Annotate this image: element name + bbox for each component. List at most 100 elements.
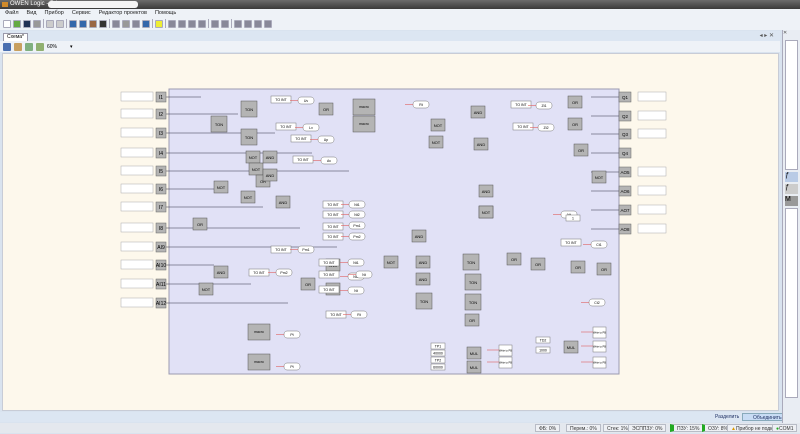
block-label[interactable]: OR bbox=[578, 148, 584, 153]
converter-label[interactable]: TO INT bbox=[275, 98, 287, 102]
block-label[interactable]: MUL bbox=[567, 345, 576, 350]
input-pin-label[interactable]: AI10 bbox=[156, 263, 167, 269]
block-label[interactable]: NOT bbox=[595, 175, 604, 180]
input-pin-label[interactable]: I6 bbox=[159, 187, 163, 193]
block-label[interactable]: OR bbox=[572, 122, 578, 127]
variable-label[interactable]: Nt1 bbox=[354, 203, 360, 207]
block-label[interactable]: TON bbox=[245, 107, 253, 112]
constant-label[interactable]: 60000 bbox=[433, 366, 443, 370]
input-label-box[interactable] bbox=[120, 91, 154, 102]
block-label[interactable]: NOT bbox=[244, 195, 253, 200]
input-pin-label[interactable]: I8 bbox=[159, 226, 163, 232]
macro-label[interactable]: macro bbox=[254, 330, 264, 334]
block-label[interactable]: MUL bbox=[470, 351, 479, 356]
block-label[interactable]: OR bbox=[323, 107, 329, 112]
macro-label[interactable]: macro bbox=[359, 105, 369, 109]
output-pin-label[interactable]: AO5 bbox=[620, 170, 630, 175]
input-pin-label[interactable]: AI11 bbox=[156, 282, 166, 288]
block-label[interactable]: TON bbox=[420, 299, 428, 304]
block-label[interactable]: AND bbox=[482, 189, 491, 194]
output-pin-label[interactable]: AO6 bbox=[620, 189, 630, 194]
variable-label[interactable]: Lv bbox=[309, 126, 313, 130]
constant-label[interactable]: 40000 bbox=[433, 352, 443, 356]
block-label[interactable]: NOT bbox=[217, 185, 226, 190]
block-label[interactable]: AND bbox=[419, 260, 428, 265]
converter-label[interactable]: TO INT bbox=[323, 288, 335, 292]
converter-label[interactable]: TO INT bbox=[515, 103, 527, 107]
block-label[interactable]: OR bbox=[305, 282, 311, 287]
panel-list[interactable] bbox=[785, 40, 798, 170]
converter-label[interactable]: TO INT bbox=[327, 225, 339, 229]
input-pin-label[interactable]: AI9 bbox=[157, 245, 165, 251]
variable-label[interactable]: Pt bbox=[290, 333, 293, 337]
constant-label[interactable]: 1000 bbox=[539, 349, 547, 353]
block-label[interactable]: NOT bbox=[432, 140, 441, 145]
input-label-box[interactable] bbox=[120, 297, 154, 308]
block-label[interactable]: AND bbox=[415, 234, 424, 239]
block-label[interactable]: NOT bbox=[202, 287, 211, 292]
block-label[interactable]: NOT bbox=[249, 155, 258, 160]
converter-label[interactable]: TO INT bbox=[323, 273, 335, 277]
block-label[interactable]: NOT bbox=[482, 210, 491, 215]
constant-label[interactable]: 1 bbox=[572, 217, 574, 221]
block-label[interactable]: AND bbox=[474, 110, 483, 115]
block-label[interactable]: AND bbox=[266, 173, 275, 178]
variable-label[interactable]: Pm2 bbox=[353, 235, 360, 239]
block-label[interactable]: AND bbox=[266, 155, 275, 160]
variable-label[interactable]: Rt bbox=[419, 103, 423, 107]
output-label-box[interactable] bbox=[637, 91, 667, 102]
output-pin-label[interactable]: Q4 bbox=[622, 151, 629, 156]
output-pin-label[interactable]: Q1 bbox=[622, 95, 629, 100]
block-label[interactable]: NOT bbox=[252, 167, 261, 172]
block-label[interactable]: TON bbox=[215, 122, 223, 127]
variable-label[interactable]: Pm1 bbox=[302, 248, 309, 252]
input-pin-label[interactable]: I7 bbox=[159, 205, 163, 211]
input-label-box[interactable] bbox=[120, 183, 154, 194]
converter-label[interactable]: TO INT bbox=[253, 271, 265, 275]
converter-label[interactable]: TO INT bbox=[327, 213, 339, 217]
panel-close-button[interactable]: ✕ bbox=[783, 30, 800, 38]
block-label[interactable]: OR bbox=[575, 265, 581, 270]
block-label[interactable]: OR bbox=[197, 222, 203, 227]
block-label[interactable]: NOT bbox=[387, 260, 396, 265]
variable-label[interactable]: Pm2 bbox=[280, 271, 287, 275]
output-pin-label[interactable]: Q2 bbox=[622, 114, 629, 119]
block-label[interactable]: AND bbox=[217, 270, 226, 275]
block-label[interactable]: TON bbox=[245, 135, 253, 140]
schema-canvas[interactable]: I1 I2 I3 I4 I5 I6 I7 I8 AI9 AI10 AI11 AI12 Q1 Q2 Q3 Q4 A… bbox=[2, 53, 779, 411]
input-pin-label[interactable]: I2 bbox=[159, 112, 163, 118]
write-block-label[interactable]: Write to PB bbox=[593, 345, 606, 349]
variable-label[interactable]: Nt bbox=[362, 273, 366, 277]
variable-label[interactable]: Ct2 bbox=[594, 301, 600, 305]
converter-label[interactable]: TO INT bbox=[280, 125, 292, 129]
converter-label[interactable]: TO INT bbox=[275, 248, 287, 252]
constant-label[interactable]: TP2 bbox=[435, 359, 441, 363]
input-pin-label[interactable]: AI12 bbox=[156, 301, 167, 307]
block-label[interactable]: TON bbox=[469, 280, 477, 285]
output-pin-label[interactable]: AO7 bbox=[620, 208, 630, 213]
variable-label[interactable]: Nt1 bbox=[353, 261, 359, 265]
input-label-box[interactable] bbox=[120, 147, 154, 158]
merge-button[interactable]: Объединить bbox=[742, 413, 786, 421]
variable-label[interactable]: Av bbox=[327, 159, 331, 163]
input-label-box[interactable] bbox=[120, 278, 154, 289]
split-button[interactable]: Разделить bbox=[705, 413, 742, 421]
variable-label[interactable]: Zt2 bbox=[543, 126, 548, 130]
constant-label[interactable]: TP1 bbox=[435, 345, 441, 349]
write-block-label[interactable]: Write to PB bbox=[499, 361, 512, 365]
block-label[interactable]: AND bbox=[419, 277, 428, 282]
block-label[interactable]: OR bbox=[572, 100, 578, 105]
constant-label[interactable]: TD2 bbox=[540, 339, 547, 343]
block-label[interactable]: OR bbox=[511, 257, 517, 262]
output-label-box[interactable] bbox=[637, 110, 667, 121]
variable-label[interactable]: Nt2 bbox=[354, 213, 360, 217]
macro-icon[interactable]: M bbox=[785, 196, 798, 206]
write-block-label[interactable]: Write to PB bbox=[593, 361, 606, 365]
input-pin-label[interactable]: I4 bbox=[159, 151, 163, 157]
converter-label[interactable]: TO INT bbox=[330, 313, 342, 317]
write-block-label[interactable]: Write to PB bbox=[499, 349, 512, 353]
converter-label[interactable]: TO INT bbox=[565, 241, 577, 245]
variable-label[interactable]: Up bbox=[324, 138, 329, 142]
converter-label[interactable]: TO INT bbox=[517, 125, 529, 129]
input-label-box[interactable] bbox=[120, 259, 154, 270]
